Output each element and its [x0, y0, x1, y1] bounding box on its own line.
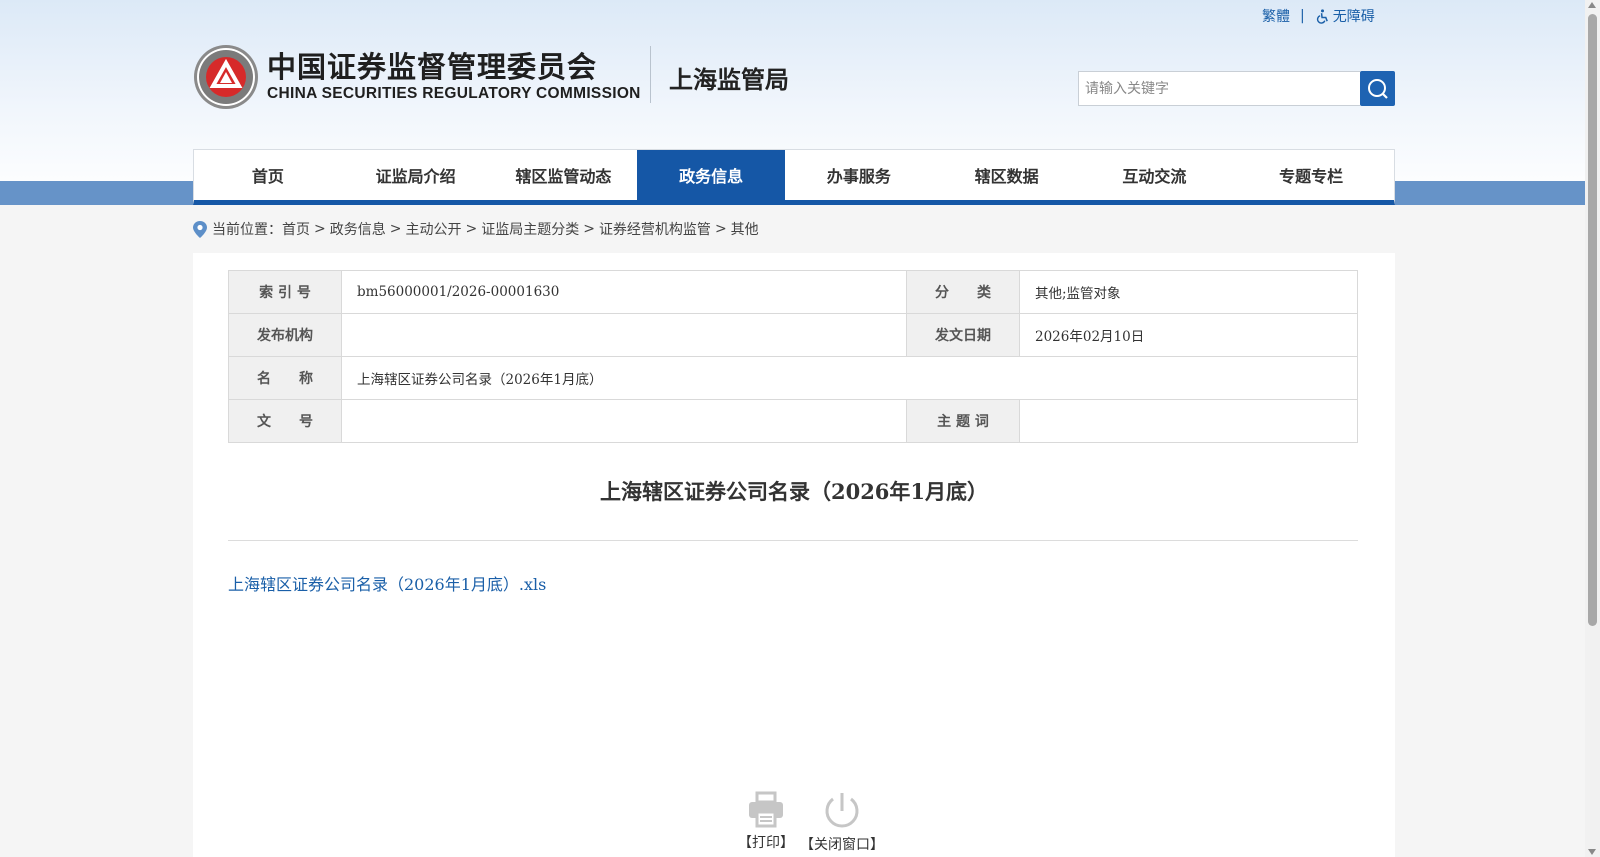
nav-item-government-info[interactable]: 政务信息 [637, 150, 785, 200]
breadcrumb-home[interactable]: 首页 [282, 219, 310, 239]
main-content: 索 引 号 bm56000001/2026-00001630 分 类 其他;监管… [193, 253, 1395, 857]
breadcrumb-prefix: 当前位置： [212, 222, 282, 238]
logo-chinese-name: 中国证券监督管理委员会 [267, 50, 598, 84]
top-links: 繁體 | 无障碍 [1262, 6, 1375, 26]
index-label: 索 引 号 [228, 270, 342, 314]
category-label: 分 类 [906, 270, 1020, 314]
breadcrumb-separator: > [583, 221, 595, 237]
search-input[interactable] [1078, 71, 1360, 106]
nav-item-regional-data[interactable]: 辖区数据 [933, 150, 1081, 200]
table-row: 名 称 上海辖区证券公司名录（2026年1月底） [228, 356, 1358, 400]
wheelchair-icon [1316, 8, 1328, 24]
close-window-label: 【关闭窗口】 [800, 837, 884, 853]
nav-item-regulatory-news[interactable]: 辖区监管动态 [490, 150, 638, 200]
bureau-name: 上海监管局 [669, 66, 789, 94]
doc-number-label: 文 号 [228, 399, 342, 443]
close-window-button[interactable]: 【关闭窗口】 [800, 790, 884, 854]
nav-item-interaction[interactable]: 互动交流 [1081, 150, 1229, 200]
accessibility-label: 无障碍 [1332, 9, 1375, 25]
breadcrumb-separator: > [465, 221, 478, 237]
nav-item-home[interactable]: 首页 [194, 150, 342, 200]
subject-label: 主 题 词 [906, 399, 1020, 443]
date-value: 2026年02月10日 [1019, 313, 1358, 357]
title-divider [228, 540, 1358, 541]
publisher-value [341, 313, 907, 357]
traditional-chinese-link[interactable]: 繁體 [1262, 6, 1290, 26]
table-row: 发布机构 发文日期 2026年02月10日 [228, 313, 1358, 357]
scroll-up-arrow-icon[interactable] [1588, 2, 1596, 8]
logo-english-name: CHINA SECURITIES REGULATORY COMMISSION [267, 85, 641, 102]
breadcrumb: 当前位置： 首页 > 政务信息 > 主动公开 > 证监局主题分类 > 证券经营机… [193, 219, 759, 239]
name-value: 上海辖区证券公司名录（2026年1月底） [341, 356, 1358, 400]
table-row: 文 号 主 题 词 [228, 399, 1358, 443]
nav-item-special-topics[interactable]: 专题专栏 [1228, 150, 1394, 200]
name-label: 名 称 [228, 356, 342, 400]
page-scrollbar[interactable] [1585, 0, 1600, 857]
document-title: 上海辖区证券公司名录（2026年1月底） [599, 479, 989, 504]
main-nav: 首页 证监局介绍 辖区监管动态 政务信息 办事服务 辖区数据 互动交流 专题专栏 [193, 149, 1395, 205]
search-box [1078, 71, 1395, 106]
scrollbar-thumb[interactable] [1588, 14, 1597, 626]
accessibility-link[interactable]: 无障碍 [1315, 6, 1375, 26]
top-links-separator: | [1300, 8, 1305, 24]
nav-item-services[interactable]: 办事服务 [785, 150, 933, 200]
index-value: bm56000001/2026-00001630 [341, 270, 907, 314]
breadcrumb-separator: > [389, 221, 402, 237]
breadcrumb-separator: > [314, 221, 326, 237]
breadcrumb-other[interactable]: 其他 [731, 219, 759, 239]
breadcrumb-securities-supervision[interactable]: 证券经营机构监管 [599, 219, 711, 239]
power-icon [825, 793, 859, 828]
publisher-label: 发布机构 [228, 313, 342, 357]
table-row: 索 引 号 bm56000001/2026-00001630 分 类 其他;监管… [228, 270, 1358, 314]
date-label: 发文日期 [906, 313, 1020, 357]
document-meta-table: 索 引 号 bm56000001/2026-00001630 分 类 其他;监管… [228, 270, 1358, 443]
logo-divider [650, 46, 651, 103]
doc-number-value [341, 399, 907, 443]
breadcrumb-government-info[interactable]: 政务信息 [330, 219, 386, 239]
breadcrumb-separator: > [714, 221, 727, 237]
print-button[interactable]: 【打印】 [738, 790, 794, 854]
category-value: 其他;监管对象 [1019, 270, 1358, 314]
logo-text: 中国证券监督管理委员会 CHINA SECURITIES REGULATORY … [267, 50, 641, 104]
breadcrumb-topic-category[interactable]: 证监局主题分类 [481, 219, 579, 239]
nav-item-bureau-intro[interactable]: 证监局介绍 [342, 150, 490, 200]
location-pin-icon [193, 220, 207, 238]
page-actions: 【打印】 【关闭窗口】 [738, 790, 884, 854]
csrc-emblem-icon [194, 45, 258, 109]
breadcrumb-public-disclosure[interactable]: 主动公开 [405, 219, 461, 239]
attachment-link[interactable]: 上海辖区证券公司名录（2026年1月底）.xls [228, 571, 546, 595]
search-button[interactable] [1360, 71, 1395, 106]
site-logo[interactable]: 中国证券监督管理委员会 CHINA SECURITIES REGULATORY … [193, 44, 641, 110]
print-label: 【打印】 [738, 835, 794, 851]
scroll-down-arrow-icon[interactable] [1588, 849, 1596, 855]
printer-icon [749, 791, 783, 828]
search-icon [1367, 78, 1388, 99]
subject-value [1019, 399, 1358, 443]
